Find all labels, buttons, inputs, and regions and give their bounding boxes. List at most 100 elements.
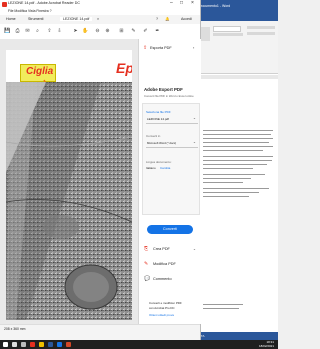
word-text-line: [203, 160, 272, 161]
chevron-down-icon[interactable]: ⌄: [193, 247, 196, 251]
minimize-icon[interactable]: –: [170, 0, 173, 6]
format-select[interactable]: Microsoft Word (*.docx) ⌄: [146, 139, 198, 148]
promo-link[interactable]: Ottieni ottiedi prova: [149, 313, 174, 317]
acrobat-taskbar-icon[interactable]: [30, 342, 35, 347]
word-text-line: [203, 182, 243, 183]
word-titlebar: Documento1 - Word: [197, 0, 278, 14]
acrobat-window: LEZIONE 14.pdf - Adobe Acrobat Reader DC…: [0, 0, 201, 341]
tab-home[interactable]: Home: [6, 17, 16, 21]
chevron-down-icon[interactable]: ⌄: [193, 116, 196, 120]
word-paste-icon[interactable]: [200, 27, 210, 41]
prev-page-icon[interactable]: ⇧: [46, 28, 53, 35]
close-icon[interactable]: ×: [191, 0, 194, 6]
tab-document[interactable]: LEZIONE 14.pdf: [60, 17, 93, 21]
promo-line-1: Converti e modifica i PDF: [149, 301, 182, 305]
language-label: Lingua documento:: [146, 160, 172, 164]
hand-icon[interactable]: ✋: [82, 28, 89, 35]
page-size: 208 x 360 mm: [4, 327, 26, 331]
word-text-line: [203, 156, 273, 157]
promo-line-2: con Acrobat Pro DC: [149, 306, 175, 310]
word-text-line: [203, 150, 263, 151]
zoom-out-icon[interactable]: ⊖: [94, 28, 101, 35]
micrograph-image: [6, 82, 132, 320]
save-icon[interactable]: 💾: [4, 28, 11, 35]
word-statusbar: ITA: [197, 332, 278, 340]
change-language-link[interactable]: Cambia: [160, 166, 170, 170]
windows-start-icon[interactable]: [3, 342, 8, 347]
tab-tools[interactable]: Strumenti: [28, 17, 43, 21]
word-text-line: [203, 304, 243, 305]
word-text-line: [203, 134, 271, 135]
export-pdf-icon: ⇪: [143, 45, 148, 51]
comment-tool[interactable]: Commento: [153, 277, 172, 281]
edit-pdf-tool[interactable]: Modifica PDF: [153, 262, 176, 266]
word-text-line: [203, 308, 239, 309]
word-ruler: [197, 75, 278, 79]
pane-subtitle: Converti file PDF in Word o Excel online: [144, 94, 194, 98]
email-icon[interactable]: ✉: [24, 28, 31, 35]
edge-taskbar-icon[interactable]: [57, 342, 62, 347]
cursor-icon[interactable]: ➤: [72, 28, 79, 35]
search-icon[interactable]: ⌕: [34, 28, 41, 35]
word-window: Documento1 - Word ITA: [197, 0, 278, 340]
task-view-icon[interactable]: [21, 342, 26, 347]
word-text-line: [203, 168, 253, 169]
word-text-line: [203, 164, 267, 165]
help-icon[interactable]: ?: [156, 17, 158, 21]
select-file-label: Seleziona file PDF: [146, 110, 171, 114]
word-taskbar-icon[interactable]: [48, 342, 53, 347]
edit-pdf-icon: ✎: [144, 261, 149, 267]
word-text-line: [203, 174, 265, 175]
word-text-line: [203, 192, 259, 193]
menu-items[interactable]: File Modifica Vista Finestra ?: [8, 9, 51, 13]
next-page-icon[interactable]: ⇩: [56, 28, 63, 35]
word-text-line: [203, 146, 273, 147]
pane-tool-name[interactable]: Esporta PDF: [150, 46, 172, 50]
pane-title: Adobe Export PDF: [144, 87, 183, 92]
highlight-icon[interactable]: ✐: [142, 28, 149, 35]
acrobat-app-icon: [2, 1, 7, 7]
chevron-down-icon[interactable]: ⌄: [193, 140, 196, 144]
tools-pane: ⇪ Esporta PDF ‹ Adobe Export PDF Convert…: [138, 39, 201, 324]
word-ribbon-tabs[interactable]: [197, 14, 278, 21]
fit-page-icon[interactable]: ⊞: [118, 28, 125, 35]
acrobat-menubar[interactable]: File Modifica Vista Finestra ?: [0, 8, 200, 15]
word-text-line: [203, 142, 269, 143]
acrobat-statusbar: 208 x 360 mm: [0, 324, 200, 341]
system-clock[interactable]: 18:31 18/02/2021: [258, 340, 274, 348]
zoom-in-icon[interactable]: ⊕: [104, 28, 111, 35]
word-font-select[interactable]: [213, 26, 241, 32]
word-document-page[interactable]: [201, 82, 275, 332]
search-taskbar-icon[interactable]: [12, 342, 17, 347]
clock-date: 18/02/2021: [258, 343, 274, 348]
file-select[interactable]: LEZIONE 14.pdf ⌄: [146, 115, 198, 124]
pane-collapse-icon[interactable]: ‹: [193, 45, 194, 50]
sign-icon[interactable]: ✒: [154, 28, 161, 35]
powerpoint-taskbar-icon[interactable]: [66, 342, 71, 347]
word-paragraph-tools-2[interactable]: [247, 32, 275, 35]
word-ribbon[interactable]: [197, 21, 278, 74]
convert-button[interactable]: Converti: [147, 225, 193, 234]
create-pdf-tool[interactable]: Crea PDF: [153, 247, 170, 251]
notifications-icon[interactable]: 🔔: [165, 17, 169, 21]
word-text-line: [203, 130, 273, 131]
comment-icon[interactable]: ✎: [130, 28, 137, 35]
selected-file: LEZIONE 14.pdf: [147, 117, 170, 121]
word-text-line: [203, 188, 269, 189]
acrobat-titlebar: LEZIONE 14.pdf - Adobe Acrobat Reader DC…: [0, 0, 200, 8]
tab-close-icon[interactable]: ×: [97, 17, 99, 21]
print-icon[interactable]: ⎙: [14, 28, 21, 35]
create-pdf-icon: ⎘: [144, 246, 149, 252]
export-options-card: Seleziona file PDF LEZIONE 14.pdf ⌄ Conv…: [142, 103, 200, 215]
sign-in-link[interactable]: Accedi: [181, 17, 192, 21]
convert-to-label: Converti in: [146, 134, 161, 138]
word-text-line: [203, 178, 251, 179]
word-text-line: [203, 138, 273, 139]
word-text-line: [203, 196, 249, 197]
maximize-icon[interactable]: □: [180, 0, 183, 6]
format-value: Microsoft Word (*.docx): [147, 141, 177, 145]
explorer-taskbar-icon[interactable]: [39, 342, 44, 347]
word-paragraph-tools[interactable]: [247, 26, 275, 29]
windows-taskbar: 18:31 18/02/2021: [0, 340, 278, 349]
word-format-tools[interactable]: [213, 33, 243, 36]
